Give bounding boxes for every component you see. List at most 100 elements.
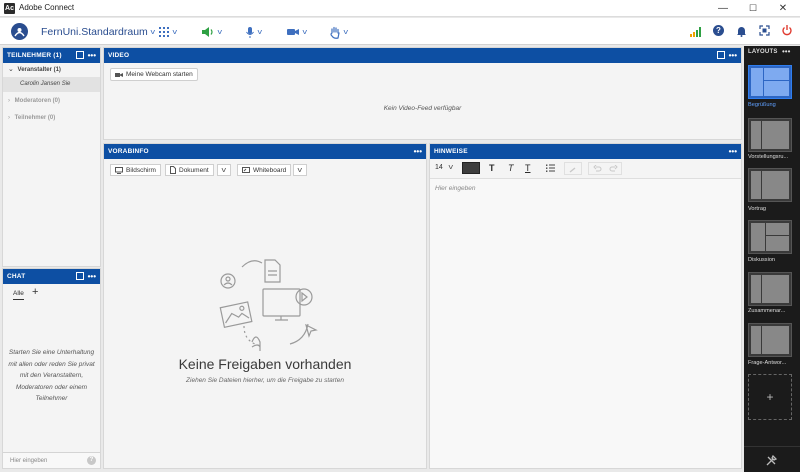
more-options-icon[interactable]: ••• (88, 48, 96, 63)
share-whiteboard-button[interactable]: Whiteboard (237, 164, 292, 176)
whiteboard-dropdown-button[interactable]: v (293, 164, 307, 176)
chat-tabs: Alle + (3, 284, 100, 302)
share-screen-button[interactable]: Bildschirm (110, 164, 161, 176)
share-document-label: Dokument (179, 166, 209, 174)
undo-icon[interactable] (593, 165, 602, 173)
redo-icon[interactable] (609, 165, 618, 173)
layout-label[interactable]: Begrüßung (748, 102, 796, 108)
camera-menu[interactable]: v (286, 24, 307, 40)
fullscreen-icon[interactable] (76, 272, 84, 280)
camera-icon (287, 29, 299, 35)
minimize-button[interactable]: — (708, 1, 738, 16)
font-size-value[interactable]: 14 (435, 164, 443, 171)
help-icon[interactable]: ? (713, 25, 724, 36)
monitor-icon (115, 166, 123, 174)
group-participants[interactable]: › Teilnehmer (0) (3, 110, 100, 126)
layout-label[interactable]: Diskussion (748, 257, 796, 263)
more-options-icon[interactable]: ••• (88, 269, 96, 284)
raise-hand-icon (330, 26, 340, 39)
tab-all[interactable]: Alle (13, 290, 24, 300)
chat-input[interactable]: Hier eingeben ? (3, 452, 100, 468)
group-moderators[interactable]: › Moderatoren (0) (3, 92, 100, 110)
layout-thumb-zusammenarbeit[interactable] (748, 272, 792, 306)
share-whiteboard-label: Whiteboard (253, 166, 287, 174)
more-options-icon[interactable]: ••• (782, 47, 790, 56)
chevron-right-icon: › (8, 115, 10, 121)
fullscreen-icon[interactable] (717, 51, 725, 59)
group-label: Teilnehmer (0) (14, 115, 56, 121)
notes-header: HINWEISE ••• (430, 144, 741, 159)
share-panel: VORABINFO ••• Bildschirm Dokument v Whit… (103, 143, 427, 469)
bell-icon[interactable] (736, 25, 747, 37)
italic-button[interactable]: T (508, 163, 514, 173)
chevron-down-icon: v (172, 28, 178, 36)
notes-editor[interactable]: Hier eingeben (430, 181, 741, 468)
panel-title: HINWEISE (434, 148, 468, 155)
notes-placeholder: Hier eingeben (435, 185, 476, 192)
help-icon[interactable]: ? (87, 456, 96, 465)
notes-panel: HINWEISE ••• 14 v T T T Hier eingeben (429, 143, 742, 469)
layout-label[interactable]: Zusammenar... (748, 308, 796, 314)
layout-label[interactable]: Frage-Antwor... (748, 360, 796, 366)
speaker-icon (202, 27, 213, 37)
chevron-down-icon: v (297, 166, 303, 174)
participants-panel: TEILNEHMER (1) ••• ⌄ Veranstalter (1) Ca… (2, 47, 101, 267)
chat-empty-message: Starten Sie eine Unterhaltung mit allen … (8, 349, 95, 402)
start-webcam-label: Meine Webcam starten (126, 71, 193, 78)
underline-button[interactable]: T (525, 163, 531, 173)
chevron-down-icon: v (221, 166, 227, 174)
document-dropdown-button[interactable]: v (217, 164, 231, 176)
layout-thumb-frage-antwort[interactable] (748, 323, 792, 357)
microphone-menu[interactable]: v (245, 24, 262, 40)
share-screen-label: Bildschirm (126, 166, 156, 174)
layout-thumb-diskussion[interactable] (748, 220, 792, 254)
document-icon (170, 166, 176, 174)
chat-header: CHAT ••• (3, 269, 100, 284)
share-document-button[interactable]: Dokument (165, 164, 214, 176)
layout-thumb-begruessung[interactable] (748, 65, 792, 99)
group-label: Moderatoren (0) (14, 98, 61, 104)
list-icon[interactable] (546, 164, 555, 172)
fullscreen-icon[interactable] (76, 51, 84, 59)
window-title: Adobe Connect (19, 3, 75, 12)
text-color-swatch[interactable] (462, 162, 480, 174)
group-hosts[interactable]: ⌄ Veranstalter (1) (3, 63, 100, 77)
chevron-down-icon: v (343, 28, 349, 36)
empty-share-title: Keine Freigaben vorhanden (178, 356, 352, 372)
meeting-logo-icon (11, 23, 28, 40)
more-options-icon[interactable]: ••• (729, 144, 737, 159)
power-icon[interactable] (781, 24, 793, 36)
tools-icon[interactable] (766, 455, 777, 466)
raise-hand-menu[interactable]: v (329, 24, 348, 40)
chevron-down-icon[interactable]: v (448, 164, 453, 171)
more-options-icon[interactable]: ••• (729, 48, 737, 63)
bold-button[interactable]: T (489, 163, 495, 173)
add-layout-button[interactable]: + (748, 374, 792, 420)
speaker-menu[interactable]: v (201, 24, 222, 40)
signal-bars-icon[interactable] (690, 26, 703, 37)
close-button[interactable]: ✕ (768, 1, 798, 16)
app-logo-icon: Ac (4, 3, 15, 14)
fullscreen-icon[interactable] (759, 25, 770, 36)
notes-toolbar: 14 v T T T (430, 159, 741, 179)
video-panel: VIDEO ••• Meine Webcam starten Kein Vide… (103, 47, 742, 140)
more-options-icon[interactable]: ••• (414, 144, 422, 159)
chevron-down-icon: ⌄ (8, 66, 14, 73)
participant-row[interactable]: Carolin Jansen Sie (3, 77, 100, 92)
layout-label[interactable]: Vorstellungsru... (748, 154, 796, 160)
microphone-icon (246, 26, 254, 38)
layout-label[interactable]: Vortrag (748, 206, 796, 212)
undo-redo-group (588, 162, 622, 175)
layout-thumb-vorstellungsrunde[interactable] (748, 118, 792, 152)
layout-thumb-vortrag[interactable] (748, 168, 792, 202)
maximize-button[interactable]: ☐ (738, 1, 768, 16)
link-icon[interactable] (564, 162, 582, 175)
start-webcam-button[interactable]: Meine Webcam starten (110, 68, 198, 81)
empty-share-subtitle: Ziehen Sie Dateien hierher, um die Freig… (186, 377, 344, 384)
whiteboard-icon (242, 166, 250, 173)
room-menu[interactable]: FernUni.Standardraum v (41, 24, 155, 40)
apps-menu[interactable]: v (158, 24, 177, 40)
add-tab-icon[interactable]: + (32, 286, 38, 298)
panel-title: CHAT (7, 273, 26, 280)
chevron-down-icon: v (302, 28, 308, 36)
